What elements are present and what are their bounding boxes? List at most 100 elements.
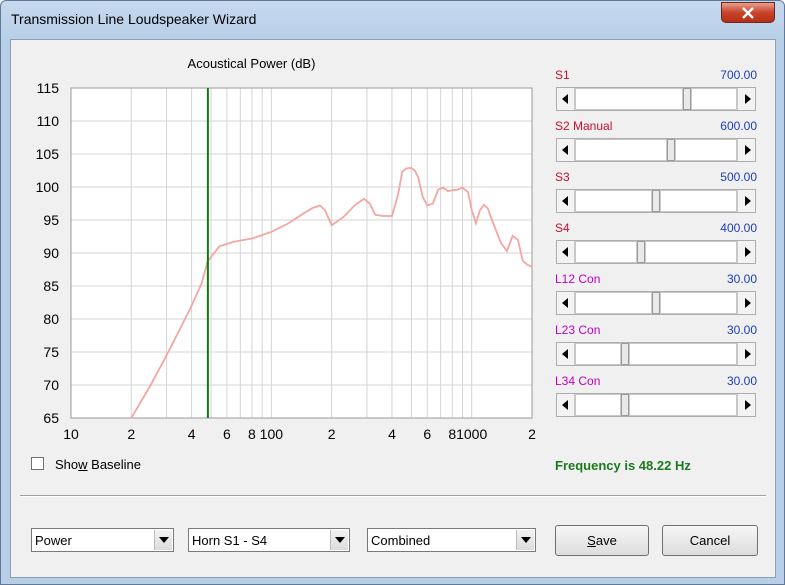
chart-title: Acoustical Power (dB) xyxy=(188,56,316,71)
scroll-thumb[interactable] xyxy=(652,292,660,314)
chevron-down-icon[interactable] xyxy=(516,530,534,550)
x-tick-label: 2 xyxy=(328,426,336,442)
scroll-track[interactable] xyxy=(575,394,737,416)
window-title: Transmission Line Loudspeaker Wizard xyxy=(11,11,257,27)
slider-scrollbar[interactable] xyxy=(556,87,756,111)
scroll-thumb[interactable] xyxy=(621,343,629,365)
scroll-track-before[interactable] xyxy=(575,241,637,263)
scroll-track-after[interactable] xyxy=(629,343,737,365)
title-bar[interactable]: Transmission Line Loudspeaker Wizard xyxy=(1,1,784,39)
scroll-left-arrow-icon[interactable] xyxy=(557,190,575,212)
scroll-track-after[interactable] xyxy=(675,139,737,161)
slider-value: 30.00 xyxy=(726,323,757,337)
x-tick-label: 2 xyxy=(528,426,536,442)
scroll-right-arrow-icon[interactable] xyxy=(737,190,755,212)
x-tick-label: 10 xyxy=(63,426,79,442)
scroll-right-arrow-icon[interactable] xyxy=(737,139,755,161)
show-baseline-checkbox[interactable] xyxy=(31,457,44,470)
y-tick-label: 85 xyxy=(43,278,59,294)
slider-scrollbar[interactable] xyxy=(556,240,756,264)
client-area: 115 110 105 100 95 90 85 80 75 70 65 10 2 4 6 8 100 2 4 6 8 1… xyxy=(10,39,776,578)
scroll-right-arrow-icon[interactable] xyxy=(737,394,755,416)
y-tick-label: 115 xyxy=(37,80,60,96)
section-combo-value: Horn S1 - S4 xyxy=(192,533,268,548)
slider-label: L23 Con xyxy=(555,323,601,337)
scroll-thumb[interactable] xyxy=(667,139,675,161)
scroll-thumb[interactable] xyxy=(621,394,629,416)
scroll-track[interactable] xyxy=(575,88,737,110)
x-tick-label: 100 xyxy=(260,426,284,442)
x-tick-label: 8 xyxy=(248,426,256,442)
show-baseline-label[interactable]: Show Baseline xyxy=(55,457,141,472)
slider-label: S1 xyxy=(555,68,570,82)
scroll-track-before[interactable] xyxy=(575,88,683,110)
scroll-right-arrow-icon[interactable] xyxy=(737,88,755,110)
view-combo-value: Power xyxy=(35,533,72,548)
scroll-left-arrow-icon[interactable] xyxy=(557,292,575,314)
slider-scrollbar[interactable] xyxy=(556,189,756,213)
y-tick-label: 75 xyxy=(43,344,59,360)
y-tick-label: 65 xyxy=(43,410,59,426)
slider-scrollbar[interactable] xyxy=(556,342,756,366)
scroll-track-before[interactable] xyxy=(575,292,652,314)
scroll-thumb[interactable] xyxy=(652,190,660,212)
slider-label: S3 xyxy=(555,170,570,184)
scroll-left-arrow-icon[interactable] xyxy=(557,343,575,365)
slider-scrollbar[interactable] xyxy=(556,138,756,162)
divider xyxy=(20,495,766,497)
scroll-track-before[interactable] xyxy=(575,139,667,161)
view-combo[interactable]: Power xyxy=(31,528,174,552)
chevron-down-icon[interactable] xyxy=(330,530,348,550)
scroll-right-arrow-icon[interactable] xyxy=(737,343,755,365)
scroll-track-before[interactable] xyxy=(575,394,621,416)
slider-label: L12 Con xyxy=(555,272,601,286)
y-tick-label: 80 xyxy=(43,311,59,327)
scroll-track-after[interactable] xyxy=(645,241,737,263)
scroll-track[interactable] xyxy=(575,343,737,365)
scroll-track-after[interactable] xyxy=(691,88,737,110)
scroll-track-before[interactable] xyxy=(575,343,621,365)
y-tick-label: 90 xyxy=(43,245,59,261)
frequency-readout: Frequency is 48.22 Hz xyxy=(555,458,691,473)
scroll-left-arrow-icon[interactable] xyxy=(557,241,575,263)
scroll-track-before[interactable] xyxy=(575,190,652,212)
slider-scrollbar[interactable] xyxy=(556,393,756,417)
mode-combo[interactable]: Combined xyxy=(367,528,536,552)
x-tick-label: 4 xyxy=(388,426,396,442)
scroll-right-arrow-icon[interactable] xyxy=(737,241,755,263)
scroll-track-after[interactable] xyxy=(660,190,737,212)
scroll-track-after[interactable] xyxy=(660,292,737,314)
scroll-track[interactable] xyxy=(575,139,737,161)
scroll-right-arrow-icon[interactable] xyxy=(737,292,755,314)
y-tick-label: 100 xyxy=(36,179,60,195)
slider-label: L34 Con xyxy=(555,374,601,388)
slider-scrollbar[interactable] xyxy=(556,291,756,315)
slider-value: 700.00 xyxy=(720,68,757,82)
scroll-left-arrow-icon[interactable] xyxy=(557,139,575,161)
scroll-track[interactable] xyxy=(575,292,737,314)
chevron-down-icon[interactable] xyxy=(154,530,172,550)
scroll-left-arrow-icon[interactable] xyxy=(557,88,575,110)
section-combo[interactable]: Horn S1 - S4 xyxy=(188,528,350,552)
close-button[interactable] xyxy=(721,2,775,23)
slider-value: 30.00 xyxy=(726,374,757,388)
slider-label: S2 Manual xyxy=(555,119,613,133)
slider-value: 500.00 xyxy=(720,170,757,184)
scroll-track[interactable] xyxy=(575,190,737,212)
scroll-track-after[interactable] xyxy=(629,394,737,416)
save-button[interactable]: Save xyxy=(555,525,649,556)
x-tick-label: 2 xyxy=(127,426,135,442)
cancel-button[interactable]: Cancel xyxy=(662,525,758,556)
slider-value: 400.00 xyxy=(720,221,757,235)
y-tick-label: 95 xyxy=(43,212,59,228)
scroll-thumb[interactable] xyxy=(637,241,645,263)
x-tick-label: 1000 xyxy=(456,426,487,442)
slider-value: 600.00 xyxy=(720,119,757,133)
scroll-left-arrow-icon[interactable] xyxy=(557,394,575,416)
wizard-window: Transmission Line Loudspeaker Wizard 115… xyxy=(0,0,785,585)
slider-value: 30.00 xyxy=(726,272,757,286)
scroll-thumb[interactable] xyxy=(683,88,691,110)
y-tick-label: 105 xyxy=(36,146,60,162)
scroll-track[interactable] xyxy=(575,241,737,263)
x-tick-label: 4 xyxy=(188,426,196,442)
